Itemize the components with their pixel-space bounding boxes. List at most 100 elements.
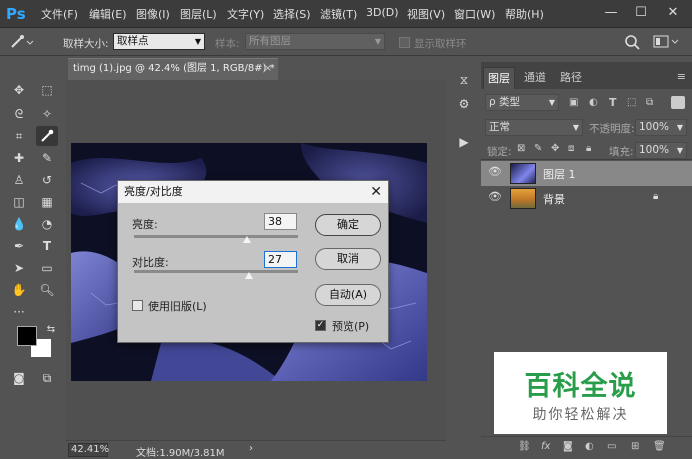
actions-panel-icon[interactable]: ▶ (453, 132, 475, 152)
new-group-icon[interactable]: ▭ (607, 441, 616, 452)
lock-position-icon[interactable]: ✥ (551, 143, 559, 154)
layer-filter-value: ρ 类型 (489, 96, 521, 108)
brightness-slider-handle[interactable] (243, 236, 252, 243)
close-dialog-icon[interactable]: ✕ (370, 181, 382, 203)
menu-select[interactable]: 选择(S) (273, 6, 311, 22)
lasso-tool-icon[interactable]: ᘓ (8, 104, 30, 124)
visibility-eye-icon[interactable]: 👁︎ (488, 165, 502, 178)
lock-transparent-icon[interactable]: ⊠ (517, 143, 525, 154)
lock-artboard-icon[interactable]: ⧈ (568, 143, 574, 154)
layer-row-layer1[interactable]: 👁︎ 图层 1 (481, 161, 692, 186)
blur-tool-icon[interactable]: 💧 (8, 214, 30, 234)
swap-colors-icon[interactable]: ⇆ (40, 320, 62, 340)
eyedropper-tool-icon[interactable] (36, 126, 58, 146)
maximize-button[interactable]: ☐ (626, 2, 656, 24)
dodge-tool-icon[interactable]: ◔ (36, 214, 58, 234)
eyedropper-tool-preset-icon[interactable] (8, 34, 34, 50)
workspace-switcher-icon[interactable] (653, 35, 683, 49)
menu-3d[interactable]: 3D(D) (366, 6, 399, 19)
lock-pixels-icon[interactable]: ✎ (534, 143, 542, 154)
cancel-button[interactable]: 取消 (315, 248, 381, 270)
properties-panel-icon[interactable]: ⚙ (453, 94, 475, 114)
contrast-slider-track[interactable] (134, 270, 298, 273)
pen-tool-icon[interactable]: ✒ (8, 236, 30, 256)
auto-button[interactable]: 自动(A) (315, 284, 381, 306)
menu-layer[interactable]: 图层(L) (180, 6, 217, 22)
history-brush-tool-icon[interactable]: ↺ (36, 170, 58, 190)
show-ring-checkbox[interactable] (399, 37, 410, 48)
tab-channels[interactable]: 通道 (519, 67, 551, 89)
brightness-input[interactable]: 38 (264, 213, 297, 230)
brightness-slider-track[interactable] (134, 235, 298, 238)
more-tools-icon[interactable]: ··· (8, 302, 30, 322)
type-tool-icon[interactable]: T (36, 236, 58, 256)
ok-button[interactable]: 确定 (315, 214, 381, 236)
chevron-right-icon[interactable]: › (249, 443, 253, 454)
preview-checkbox[interactable]: ✓ (315, 320, 326, 331)
tab-paths[interactable]: 路径 (555, 67, 587, 89)
history-panel-icon[interactable]: ⧖ (453, 70, 475, 90)
foreground-color-swatch[interactable] (17, 326, 37, 346)
add-mask-icon[interactable]: ◙ (563, 441, 573, 452)
menu-image[interactable]: 图像(I) (136, 6, 170, 22)
clone-stamp-tool-icon[interactable]: ♙ (8, 170, 30, 190)
move-tool-icon[interactable]: ✥ (8, 80, 30, 100)
new-layer-icon[interactable]: ⊞ (631, 441, 639, 452)
sample-size-select[interactable]: 取样点 ▼ (113, 33, 205, 50)
visibility-eye-icon[interactable]: 👁︎ (488, 190, 502, 203)
filter-toggle-icon[interactable] (671, 96, 685, 109)
menu-view[interactable]: 视图(V) (407, 6, 445, 22)
close-document-icon[interactable]: × (264, 59, 272, 79)
quick-mask-icon[interactable]: ◙ (8, 368, 30, 388)
filter-smart-object-icon[interactable]: ⧉ (646, 97, 653, 108)
contrast-slider-handle[interactable] (244, 272, 253, 279)
tab-layers[interactable]: 图层 (483, 67, 515, 89)
magic-wand-tool-icon[interactable]: ✧ (36, 104, 58, 124)
delete-layer-icon[interactable]: 🗑︎ (653, 441, 666, 452)
filter-type-icon[interactable]: T (609, 96, 617, 109)
search-icon[interactable] (624, 34, 640, 50)
rectangle-tool-icon[interactable]: ▭ (36, 258, 58, 278)
layer-row-background[interactable]: 👁︎ 背景 🔒︎ (481, 186, 692, 211)
layer-name: 背景 (543, 193, 565, 206)
healing-brush-tool-icon[interactable]: ✚ (8, 148, 30, 168)
minimize-button[interactable]: — (596, 2, 626, 24)
marquee-tool-icon[interactable]: ⬚ (36, 80, 58, 100)
eraser-tool-icon[interactable]: ◫ (8, 192, 30, 212)
menu-type[interactable]: 文字(Y) (227, 6, 264, 22)
layer-filter-select[interactable]: ρ 类型 ▼ (485, 94, 559, 111)
link-layers-icon[interactable]: ⛓ (518, 441, 531, 452)
lock-all-icon[interactable]: 🔒︎ (586, 143, 591, 154)
screen-mode-icon[interactable]: ⧉ (36, 368, 58, 388)
hand-tool-icon[interactable]: ✋ (8, 280, 30, 300)
menu-window[interactable]: 窗口(W) (454, 6, 495, 22)
zoom-tool-icon[interactable]: 🔍︎ (36, 280, 58, 300)
fill-input[interactable]: 100% ▼ (635, 142, 687, 159)
layer-thumbnail (510, 188, 536, 209)
brush-tool-icon[interactable]: ✎ (36, 148, 58, 168)
blend-mode-value: 正常 (489, 121, 510, 133)
sample-select[interactable]: 所有图层 ▼ (245, 33, 385, 50)
layers-panel-footer: ⛓ fx ◙ ◐ ▭ ⊞ 🗑︎ (481, 436, 692, 459)
filter-pixel-icon[interactable]: ▣ (569, 97, 578, 108)
menu-edit[interactable]: 编辑(E) (89, 6, 127, 22)
close-window-button[interactable]: ✕ (658, 2, 688, 24)
crop-tool-icon[interactable]: ⌗ (8, 126, 30, 146)
panel-menu-icon[interactable]: ≡ (677, 70, 686, 83)
filter-adjustment-icon[interactable]: ◐ (589, 97, 598, 108)
menu-filter[interactable]: 滤镜(T) (320, 6, 357, 22)
menu-file[interactable]: 文件(F) (41, 6, 78, 22)
legacy-checkbox[interactable] (132, 300, 143, 311)
filter-shape-icon[interactable]: ⬚ (627, 97, 636, 108)
opacity-input[interactable]: 100% ▼ (635, 119, 687, 136)
blend-mode-select[interactable]: 正常 ▼ (485, 119, 583, 136)
dialog-titlebar[interactable]: 亮度/对比度 ✕ (118, 181, 388, 203)
zoom-level[interactable]: 42.41% (68, 443, 109, 457)
contrast-input[interactable]: 27 (264, 251, 297, 268)
layer-style-icon[interactable]: fx (541, 441, 550, 452)
path-selection-tool-icon[interactable]: ➤ (8, 258, 30, 278)
menu-help[interactable]: 帮助(H) (505, 6, 544, 22)
adjustment-layer-icon[interactable]: ◐ (585, 441, 594, 452)
gradient-tool-icon[interactable]: ▦ (36, 192, 58, 212)
document-tab[interactable]: timg (1).jpg @ 42.4% (图层 1, RGB/8#) * × (68, 58, 278, 80)
